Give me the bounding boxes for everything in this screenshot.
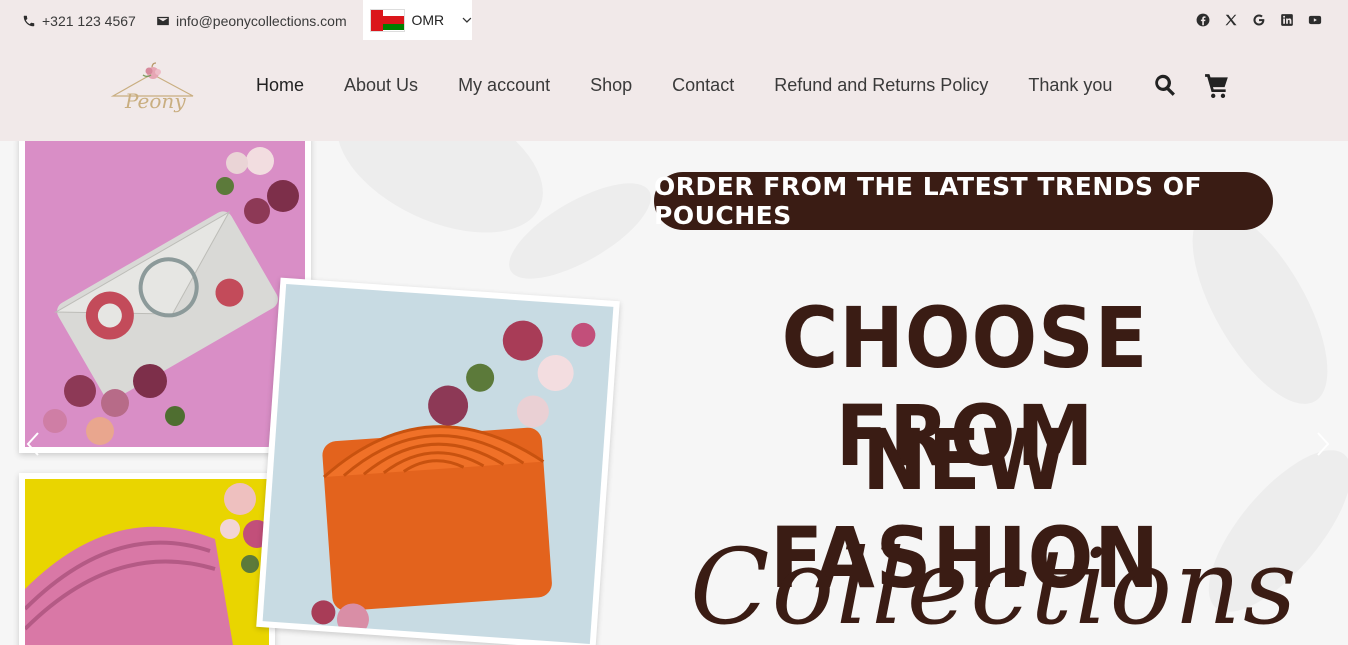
header-actions (1152, 72, 1230, 98)
product-photo-silver-clutch (19, 141, 311, 453)
phone-number: +321 123 4567 (42, 13, 136, 29)
nav-contact[interactable]: Contact (672, 75, 734, 96)
nav-my-account[interactable]: My account (458, 75, 550, 96)
currency-label: OMR (411, 12, 445, 28)
chevron-left-icon (26, 432, 39, 456)
search-icon[interactable] (1152, 72, 1178, 98)
oman-flag-icon (370, 8, 406, 32)
site-header: Peony Home About Us My account Shop Cont… (0, 42, 1348, 141)
phone-contact[interactable]: +321 123 4567 (22, 13, 136, 29)
promo-pill: ORDER FROM THE LATEST TRENDS OF POUCHES (654, 172, 1273, 230)
currency-switcher[interactable]: OMR (363, 0, 472, 40)
hero-banner: ORDER FROM THE LATEST TRENDS OF POUCHES … (0, 141, 1348, 645)
social-links (1196, 13, 1322, 27)
promo-pill-text: ORDER FROM THE LATEST TRENDS OF POUCHES (654, 172, 1203, 230)
top-bar: +321 123 4567 info@peonycollections.com … (0, 0, 1348, 42)
slider-prev-arrow[interactable] (24, 429, 44, 459)
nav-refund-policy[interactable]: Refund and Returns Policy (774, 75, 988, 96)
youtube-icon[interactable] (1308, 13, 1322, 27)
email-contact[interactable]: info@peonycollections.com (156, 13, 347, 29)
product-photo-pink-clutch (19, 473, 275, 645)
facebook-icon[interactable] (1196, 13, 1210, 27)
svg-text:Peony: Peony (124, 89, 186, 113)
linkedin-icon[interactable] (1280, 13, 1294, 27)
nav-about-us[interactable]: About Us (344, 75, 418, 96)
envelope-icon (157, 16, 169, 26)
x-icon[interactable] (1224, 13, 1238, 27)
chevron-right-icon (1317, 432, 1330, 456)
nav-thank-you[interactable]: Thank you (1028, 75, 1112, 96)
main-navigation: Home About Us My account Shop Contact Re… (256, 75, 1152, 96)
peony-logo[interactable]: Peony (105, 60, 200, 125)
phone-icon (23, 15, 35, 27)
email-address: info@peonycollections.com (176, 13, 347, 29)
google-icon[interactable] (1252, 13, 1266, 27)
nav-shop[interactable]: Shop (590, 75, 632, 96)
chevron-down-icon (462, 17, 472, 23)
product-photo-orange-clutch (256, 277, 620, 645)
nav-home[interactable]: Home (256, 75, 304, 96)
slider-next-arrow[interactable] (1312, 429, 1332, 459)
hero-script-heading: Collections (690, 526, 1299, 645)
cart-icon[interactable] (1204, 72, 1230, 98)
